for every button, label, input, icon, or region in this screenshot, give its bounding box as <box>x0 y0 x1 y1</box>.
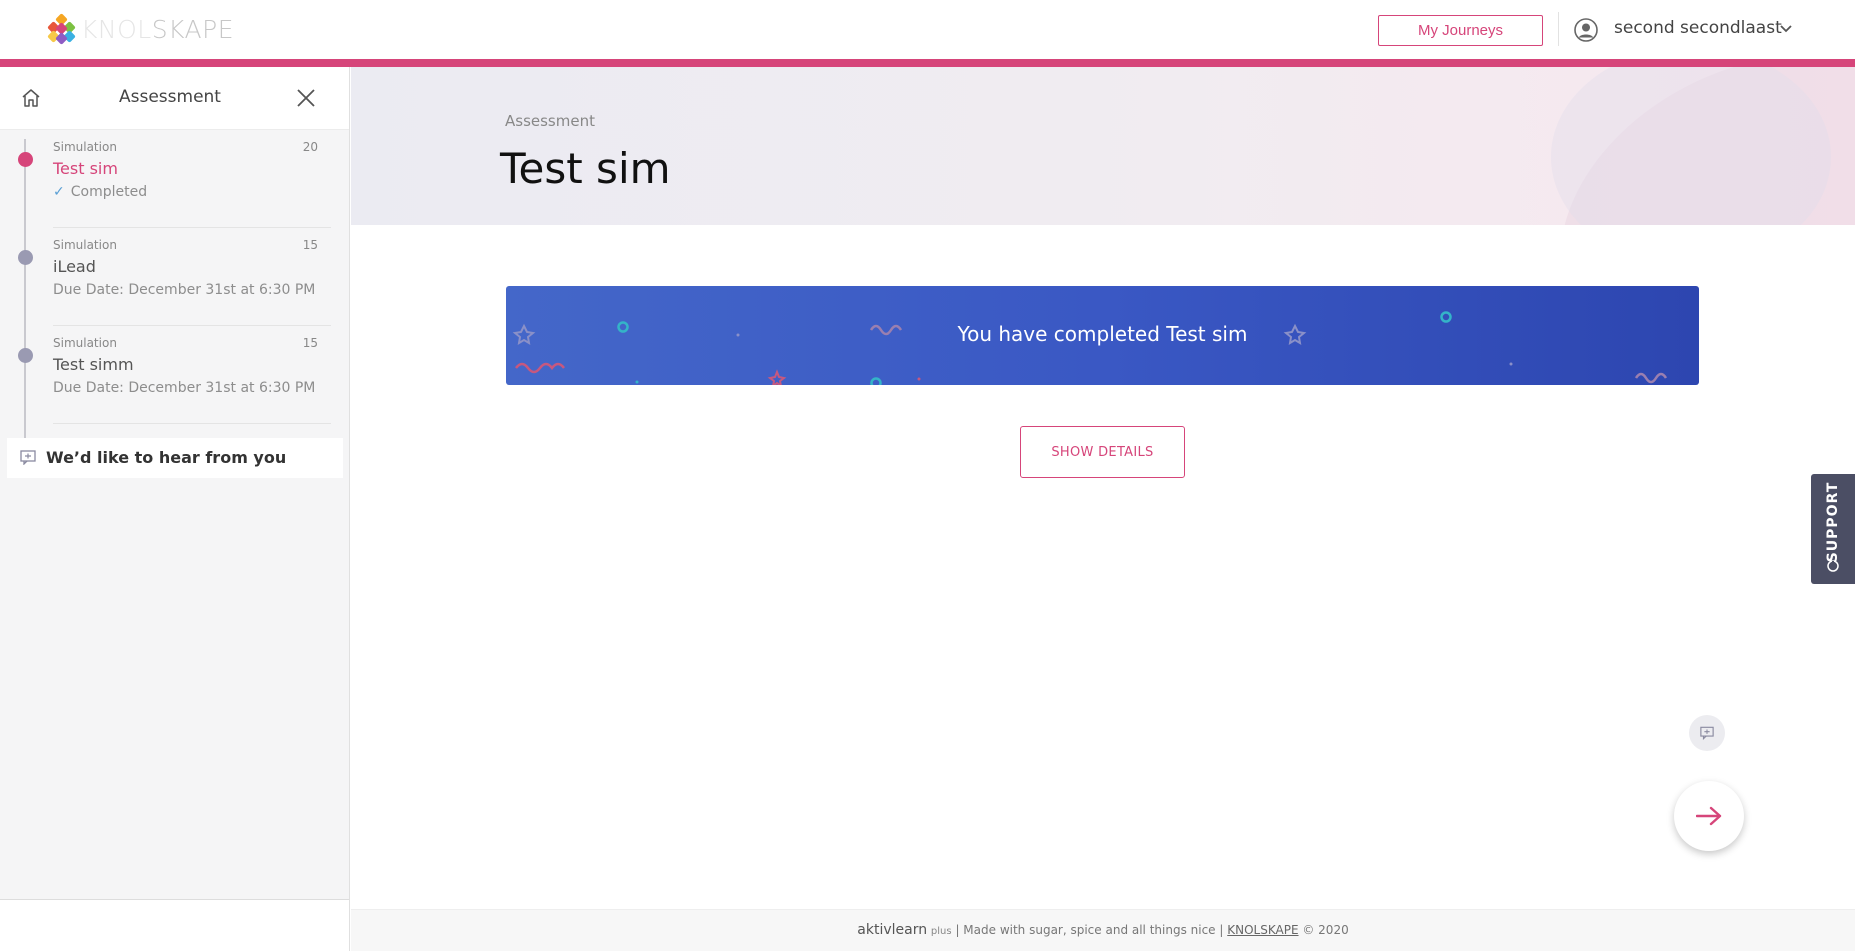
item-type: Simulation <box>53 140 117 154</box>
my-journeys-button[interactable]: My Journeys <box>1378 15 1543 46</box>
user-name[interactable]: second secondlaast <box>1614 18 1782 38</box>
hero-decoration <box>1551 67 1831 225</box>
footer-tagline: | Made with sugar, spice and all things … <box>955 923 1224 937</box>
support-label: SUPPORT <box>1825 481 1841 563</box>
header-divider <box>1558 12 1559 46</box>
item-name: iLead <box>53 257 96 276</box>
feedback-icon <box>1700 726 1714 740</box>
page-hero: Assessment Test sim <box>351 67 1855 225</box>
sidebar-title: Assessment <box>119 87 221 107</box>
show-details-button[interactable]: SHOW DETAILS <box>1020 426 1185 478</box>
logo-mark-icon <box>47 13 77 45</box>
support-icon <box>1827 560 1839 572</box>
chevron-down-icon[interactable] <box>1778 20 1794 36</box>
footer-brand: aktivlearn <box>857 922 928 938</box>
sidebar: Assessment Simulation 20 Test sim ✓ Compl… <box>0 67 350 951</box>
sidebar-footer <box>0 899 349 951</box>
breadcrumb: Assessment <box>505 112 595 130</box>
sidebar-item-ilead[interactable]: Simulation 15 iLead Due Date: December 3… <box>0 228 349 326</box>
knolskape-logo[interactable]: KNOLSKAPE <box>47 13 235 45</box>
feedback-icon <box>20 450 36 465</box>
feedback-label: We’d like to hear from you <box>46 448 287 467</box>
timeline-dot <box>18 348 33 363</box>
completion-banner: You have completed Test sim <box>506 286 1699 385</box>
sidebar-header: Assessment <box>0 67 349 130</box>
feedback-fab[interactable] <box>1689 715 1725 751</box>
item-type: Simulation <box>53 336 117 350</box>
sidebar-item-test-sim[interactable]: Simulation 20 Test sim ✓ Completed <box>0 130 349 228</box>
header-accent-stripe <box>0 59 1855 67</box>
item-type: Simulation <box>53 238 117 252</box>
support-tab[interactable]: SUPPORT <box>1811 474 1855 584</box>
item-points: 15 <box>302 336 318 350</box>
close-icon[interactable] <box>295 87 317 109</box>
item-name: Test simm <box>53 355 134 374</box>
item-points: 15 <box>302 238 318 252</box>
user-icon[interactable] <box>1574 18 1598 42</box>
item-name: Test sim <box>53 159 118 178</box>
footer-text: aktivlearn plus | Made with sugar, spice… <box>351 922 1855 938</box>
sidebar-item-test-simm[interactable]: Simulation 15 Test simm Due Date: Decemb… <box>0 326 349 424</box>
footer-company-link[interactable]: KNOLSKAPE <box>1227 923 1298 937</box>
item-separator <box>53 423 331 424</box>
item-due-date: Due Date: December 31st at 6:30 PM <box>53 380 316 396</box>
item-due-date: Due Date: December 31st at 6:30 PM <box>53 282 316 298</box>
top-header: KNOLSKAPE My Journeys second secondlaast <box>0 0 1855 59</box>
page-title: Test sim <box>500 144 671 193</box>
next-button[interactable] <box>1674 781 1744 851</box>
page-footer: aktivlearn plus | Made with sugar, spice… <box>351 909 1855 951</box>
item-status: ✓ Completed <box>53 184 148 200</box>
item-points: 20 <box>302 140 318 154</box>
feedback-link[interactable]: We’d like to hear from you <box>7 438 343 478</box>
timeline-dot-active <box>18 152 33 167</box>
logo-text: KNOLSKAPE <box>81 14 235 44</box>
arrow-right-icon <box>1696 806 1722 826</box>
completion-message: You have completed Test sim <box>957 322 1248 346</box>
timeline-dot <box>18 250 33 265</box>
footer-copyright: © 2020 <box>1302 923 1349 937</box>
footer-brand-suffix: plus <box>930 926 952 937</box>
check-icon: ✓ <box>53 184 65 200</box>
